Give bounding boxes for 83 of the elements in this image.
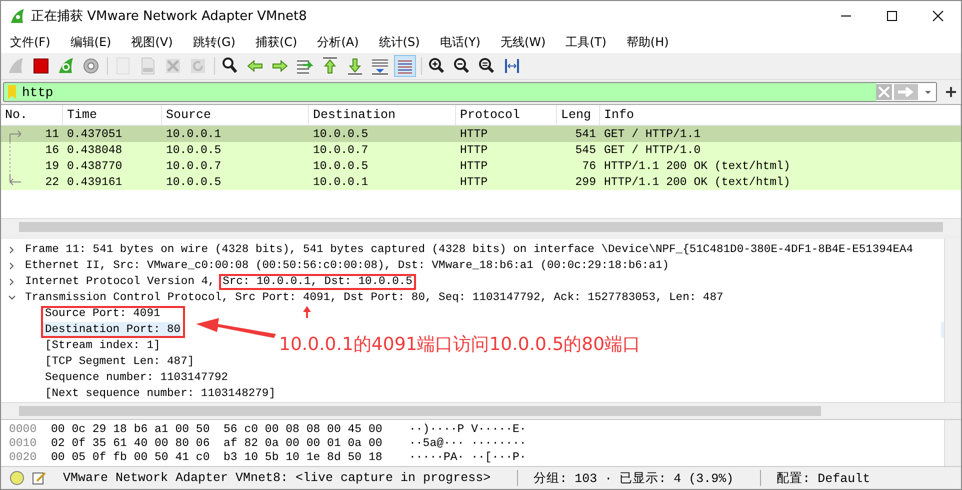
table-cell-text: 76 [581, 160, 597, 172]
tree-item[interactable]: Sequence number: 1103147792 [45, 372, 228, 384]
table-cell-text: HTTP [459, 128, 489, 140]
menu-item[interactable]: 编辑(E) [63, 34, 118, 50]
tree-item[interactable]: Frame 11: 541 bytes on wire (4328 bits), 541 bytes captured (4328 bits) on interface \Device\NPF_{51C481D0-380E-4DF1-8B4E-E51394EA4 [25, 244, 914, 256]
table-cell-text: 11 [44, 128, 60, 140]
capture-status-text: VMware Network Adapter VMnet8: <live capture in progress> [63, 471, 491, 485]
table-cell-text: 10.0.0.5 [165, 144, 222, 156]
table-cell-text: 545 [574, 144, 597, 156]
menu-item[interactable]: 视图(V) [124, 34, 180, 50]
hex-offset: 0020 [9, 450, 38, 464]
table-cell-text: 0.438048 [66, 144, 124, 156]
tree-item[interactable]: [Next sequence number: 1103148279] [45, 388, 276, 400]
table-cell-text: 0.438770 [66, 160, 124, 172]
menu-item[interactable]: 工具(T) [558, 34, 614, 50]
table-cell-text: 22 [44, 176, 60, 188]
shark-fin-icon [9, 8, 25, 24]
ascii-bytes: ··5a@··· ········ [409, 436, 526, 450]
display-filter-field[interactable]: http [3, 82, 937, 102]
column-header[interactable]: Source [162, 105, 309, 125]
hex-bytes: 00 0c 29 18 b6 a1 00 50 56 c0 00 08 08 00 45 00 [51, 422, 384, 436]
table-cell-text: 541 [574, 128, 597, 140]
ascii-bytes: ··)····P V·····E· [409, 422, 526, 436]
tree-item[interactable]: [TCP Segment Len: 487] [45, 356, 194, 368]
table-cell-text: 19 [44, 160, 60, 172]
table-cell-text: 10.0.0.7 [312, 144, 370, 156]
annotation-text: 10.0.0.1的4091端口访问10.0.0.5的80端口 [279, 333, 641, 356]
ascii-bytes: ·····PA· ··[···P· [409, 450, 526, 464]
status-light-icon [9, 470, 25, 486]
hex-bytes: 00 05 0f fb 00 50 41 c0 b3 10 5b 10 1e 8d 50 18 [51, 450, 384, 464]
packet-row[interactable]: 19 0.438770 10.0.0.7 10.0.0.5 HTTP 76 HTTP/1.1 200 OK (text/html) [1, 158, 961, 174]
column-header[interactable]: Time [63, 105, 162, 125]
tree-item[interactable]: Transmission Control Protocol, Src Port: 4091, Dst Port: 80, Seq: 1103147792, Ack: 1527783053, Len: 487 [25, 292, 724, 304]
table-cell-text: 10.0.0.1 [312, 176, 370, 188]
vertical-scrollbar[interactable] [944, 239, 961, 402]
table-cell-text: HTTP [459, 160, 489, 172]
up-arrow [303, 306, 311, 318]
tree-item[interactable]: [Stream index: 1] [45, 340, 160, 352]
table-cell-text: 10.0.0.1 [165, 128, 222, 140]
column-header[interactable]: No. [1, 105, 63, 125]
table-cell-text: 16 [44, 144, 60, 156]
horizontal-scrollbar[interactable] [1, 218, 961, 235]
menu-item[interactable]: 统计(S) [372, 34, 427, 50]
packet-row[interactable]: 11 0.437051 10.0.0.1 10.0.0.5 HTTP 541 GET / HTTP/1.1 [1, 126, 961, 142]
hex-offset: 0010 [9, 436, 38, 450]
table-cell-text: GET / HTTP/1.0 [603, 144, 702, 156]
column-header[interactable]: Destination [309, 105, 456, 125]
menu-item[interactable]: 捕获(C) [248, 34, 304, 50]
hex-offset: 0000 [9, 422, 38, 436]
table-cell-text: 10.0.0.5 [312, 160, 370, 172]
packet-count-text: 分组: 103 · 已显示: 4 (3.9%) [534, 470, 734, 486]
column-header[interactable]: Info [600, 105, 961, 125]
column-header[interactable]: Protocol [456, 105, 557, 125]
table-cell-text: 10.0.0.5 [312, 128, 370, 140]
edit-comment-icon[interactable] [31, 470, 47, 486]
menu-item[interactable]: 文件(F) [3, 34, 58, 50]
colored-lines-button[interactable] [394, 55, 416, 77]
packet-row[interactable]: 22 0.439161 10.0.0.5 10.0.0.1 HTTP 299 HTTP/1.1 200 OK (text/html) [1, 174, 961, 190]
table-cell-text: 0.437051 [66, 128, 124, 140]
window-title: 正在捕获 VMware Network Adapter VMnet8 [31, 8, 308, 25]
vertical-scrollbar[interactable] [944, 420, 961, 466]
table-cell-text: HTTP/1.1 200 OK (text/html) [603, 160, 792, 172]
tree-item[interactable]: Ethernet II, Src: VMware_c0:00:08 (00:50:56:c0:00:08), Dst: VMware_18:b6:a1 (00:0c:29:18:b6:a1) [25, 260, 670, 272]
hex-bytes: 02 0f 35 61 40 00 80 06 af 82 0a 00 00 01 0a 00 [51, 436, 384, 450]
table-cell-text: HTTP [459, 176, 489, 188]
column-header[interactable]: Leng [557, 105, 600, 125]
tree-item[interactable]: Source Port: 4091 [45, 308, 160, 320]
menu-item[interactable]: 分析(A) [310, 34, 366, 50]
table-cell-text: HTTP [459, 144, 489, 156]
packet-row[interactable]: 16 0.438048 10.0.0.5 10.0.0.7 HTTP 545 GET / HTTP/1.0 [1, 142, 961, 158]
table-cell-text: 0.439161 [66, 176, 124, 188]
plus-icon[interactable] [945, 86, 957, 98]
menu-item[interactable]: 电话(Y) [432, 34, 488, 50]
table-cell-text: 10.0.0.5 [165, 176, 222, 188]
horizontal-scrollbar[interactable] [1, 402, 961, 419]
table-cell-text: 299 [574, 176, 597, 188]
menu-item[interactable]: 帮助(H) [619, 34, 676, 50]
menu-item[interactable]: 跳转(G) [186, 34, 242, 50]
menu-item[interactable]: 无线(W) [493, 34, 553, 50]
table-cell-text: 10.0.0.7 [165, 160, 222, 172]
table-cell-text: HTTP/1.1 200 OK (text/html) [603, 176, 792, 188]
profile-text[interactable]: 配置: Default [776, 470, 870, 486]
table-cell-text: GET / HTTP/1.1 [603, 128, 702, 140]
